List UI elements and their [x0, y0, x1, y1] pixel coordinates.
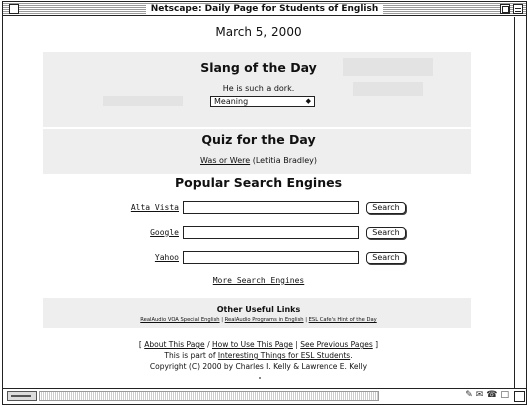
search-heading: Popular Search Engines	[174, 175, 343, 190]
vertical-scrollbar[interactable]	[514, 17, 526, 388]
more-search-engines-link[interactable]: More Search Engines	[3, 276, 514, 285]
footer-slash: /	[207, 340, 210, 349]
footer-bracket-open: [	[138, 340, 142, 349]
status-bar: ✎✉☎□	[3, 388, 526, 404]
decorative-dot	[259, 377, 261, 379]
realaudio-programs-link[interactable]: RealAudio Programs in English	[225, 317, 304, 323]
copyright: Copyright (C) 2000 by Charles I. Kelly &…	[149, 362, 368, 371]
esl-cafe-link[interactable]: ESL Cafe's Hint of the Day	[309, 317, 377, 323]
altavista-search-button[interactable]: Search	[366, 202, 406, 214]
zoom-box-icon[interactable]	[500, 4, 510, 14]
yahoo-search-input[interactable]	[183, 251, 359, 264]
quiz-author: (Letitia Bradley)	[252, 156, 317, 165]
yahoo-link[interactable]: Yahoo	[99, 253, 179, 262]
page-date: March 5, 2000	[215, 25, 302, 39]
about-page-link[interactable]: About This Page	[144, 340, 204, 349]
part-of-prefix: This is part of	[164, 351, 216, 360]
slang-heading: Slang of the Day	[200, 60, 317, 75]
part-of-suffix: .	[350, 351, 353, 360]
collapse-box-icon[interactable]	[513, 4, 523, 14]
resize-grip-icon[interactable]	[514, 391, 525, 402]
google-search-button[interactable]: Search	[366, 227, 406, 239]
links-separator: |	[221, 317, 223, 323]
footer-nav: [ About This Page / How to Use This Page…	[3, 340, 514, 349]
previous-pages-link[interactable]: See Previous Pages	[300, 340, 373, 349]
voa-link[interactable]: RealAudio VOA Special English	[140, 317, 219, 323]
meaning-select-value: Meaning	[214, 97, 249, 106]
component-bar-icons[interactable]: ✎✉☎□	[465, 390, 512, 400]
browser-window: Netscape: Daily Page for Students of Eng…	[2, 1, 527, 405]
footer-bracket-close: ]	[375, 340, 379, 349]
slang-sentence: He is such a dork.	[222, 84, 295, 93]
other-links-title: Other Useful Links	[216, 305, 301, 314]
how-to-use-link[interactable]: How to Use This Page	[212, 340, 293, 349]
horizontal-scrollbar[interactable]	[39, 391, 379, 401]
quiz-line: Was or Were (Letitia Bradley)	[3, 156, 514, 165]
quiz-link[interactable]: Was or Were	[200, 156, 250, 165]
google-link[interactable]: Google	[99, 228, 179, 237]
altavista-link[interactable]: Alta Vista	[99, 203, 179, 212]
security-status-icon[interactable]	[7, 391, 37, 401]
links-separator: |	[305, 317, 307, 323]
other-links-row: RealAudio VOA Special English | RealAudi…	[3, 317, 514, 323]
footer-separator: |	[295, 340, 298, 349]
window-title-wrap: Netscape: Daily Page for Students of Eng…	[3, 3, 526, 15]
window-title: Netscape: Daily Page for Students of Eng…	[145, 4, 384, 14]
quiz-heading: Quiz for the Day	[201, 132, 316, 147]
yahoo-search-button[interactable]: Search	[366, 252, 406, 264]
meaning-select[interactable]: Meaning ◆	[210, 96, 315, 107]
title-bar[interactable]: Netscape: Daily Page for Students of Eng…	[3, 2, 526, 16]
footer-part-of: This is part of Interesting Things for E…	[3, 351, 514, 360]
page-content: March 5, 2000 Slang of the Day He is suc…	[3, 17, 514, 388]
select-arrow-icon: ◆	[305, 97, 311, 105]
google-search-input[interactable]	[183, 226, 359, 239]
interesting-things-link[interactable]: Interesting Things for ESL Students	[218, 351, 350, 360]
altavista-search-input[interactable]	[183, 201, 359, 214]
